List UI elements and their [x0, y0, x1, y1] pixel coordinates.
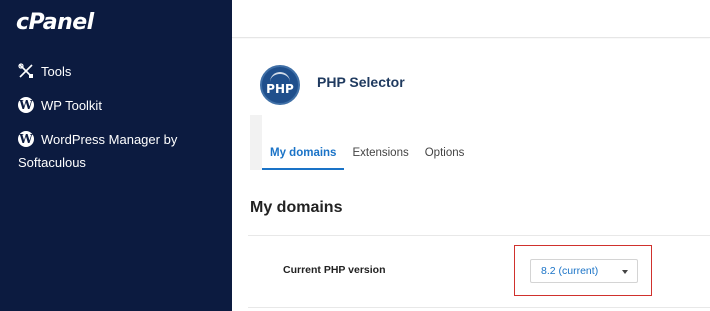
tools-icon: [18, 63, 33, 78]
sidebar-item-label-line2[interactable]: Softaculous: [18, 151, 86, 174]
main-content: PHP PHP Selector My domains Extensions O…: [232, 39, 710, 311]
sidebar-item-label: WP Toolkit: [41, 98, 102, 113]
sidebar-item-label: Tools: [41, 64, 72, 79]
php-version-value: 8.2 (current): [541, 265, 599, 277]
page-title: PHP Selector: [317, 74, 405, 90]
caret-down-icon: [622, 270, 628, 274]
sidebar-item-wordpress-manager[interactable]: W WordPress Manager by: [18, 128, 218, 151]
wordpress-icon: W: [18, 97, 34, 113]
divider: [248, 307, 710, 308]
sidebar-item-wp-toolkit[interactable]: W WP Toolkit: [18, 94, 102, 117]
sidebar-item-label-line1: WordPress Manager by: [41, 132, 178, 147]
wordpress-icon: W: [18, 131, 34, 147]
sidebar: cPanel Tools W WP Toolkit W WordPress Ma…: [0, 0, 232, 311]
cpanel-logo[interactable]: cPanel: [16, 10, 94, 35]
gauge-icon: [270, 72, 290, 82]
tab-my-domains[interactable]: My domains: [262, 144, 345, 170]
php-version-select[interactable]: 8.2 (current): [530, 259, 638, 283]
tab-extensions[interactable]: Extensions: [344, 144, 416, 170]
tab-strip-edge: [250, 115, 262, 170]
sidebar-item-tools[interactable]: Tools: [18, 60, 71, 83]
divider: [248, 235, 710, 236]
php-version-label: Current PHP version: [283, 264, 386, 276]
php-logo-icon: PHP: [260, 65, 300, 105]
top-bar: [232, 0, 710, 38]
cpanel-window: cPanel Tools W WP Toolkit W WordPress Ma…: [0, 0, 710, 311]
section-title: My domains: [250, 199, 343, 216]
tab-options[interactable]: Options: [417, 144, 473, 170]
php-logo-text: PHP: [266, 82, 294, 96]
tab-bar: My domains Extensions Options: [262, 144, 472, 170]
sidebar-item-label: WordPress Manager by: [41, 128, 177, 151]
